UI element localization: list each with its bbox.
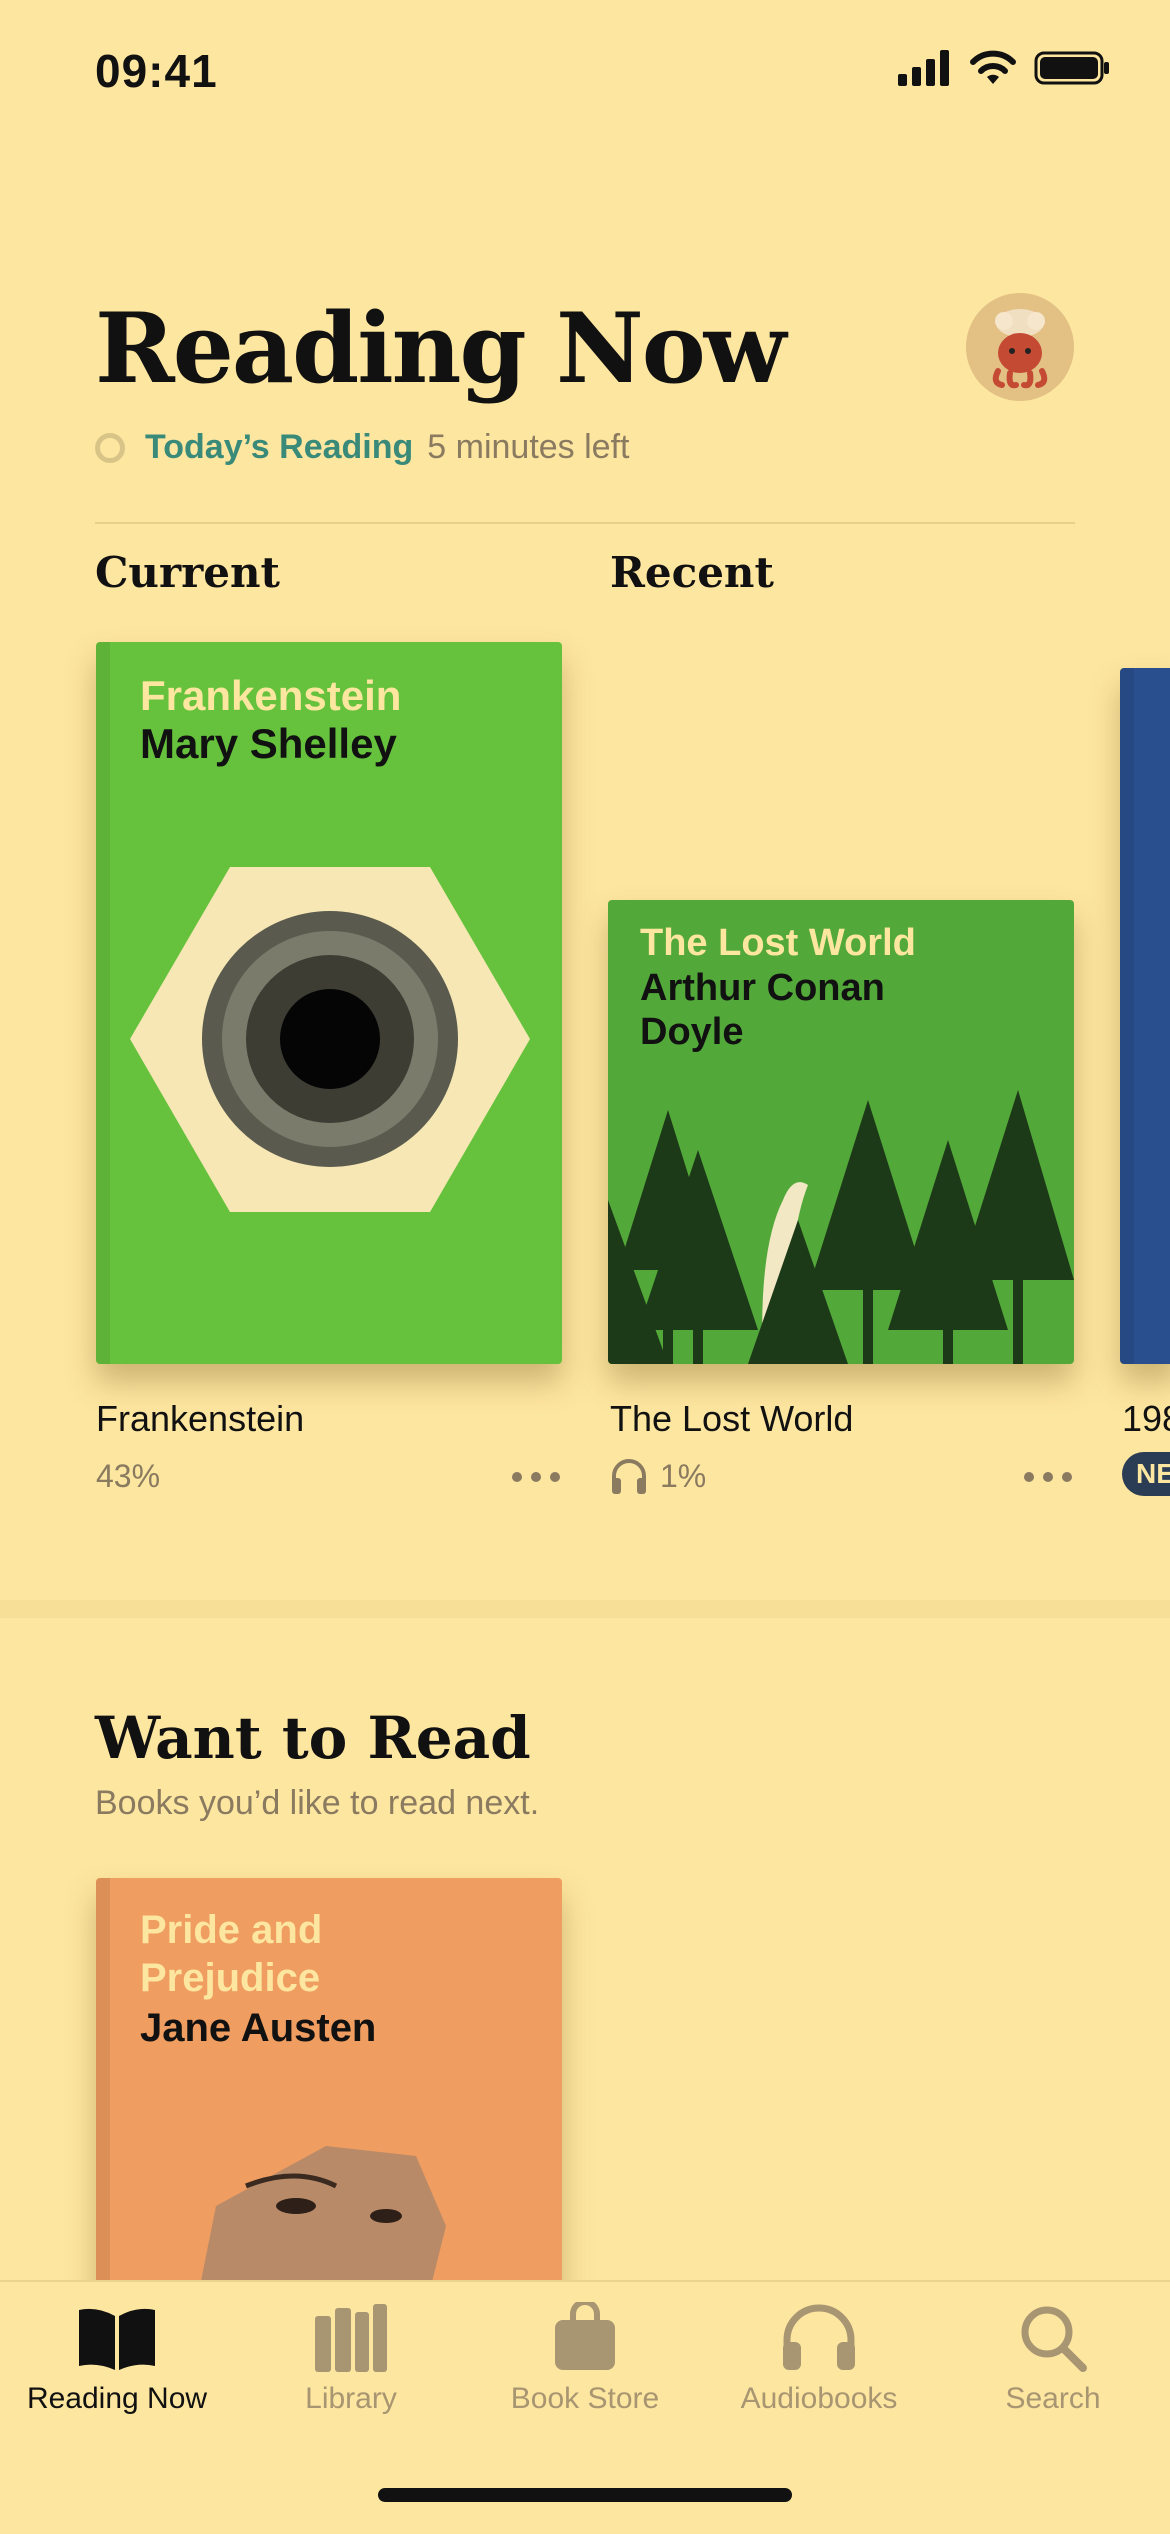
tab-audiobooks[interactable]: Audiobooks [702,2302,936,2416]
cover-author: Mary Shelley [140,720,397,767]
want-to-read-title[interactable]: Want to Read [95,1704,531,1772]
cover-title: Frankenstein [140,672,402,719]
book-cover-lost-world[interactable]: The Lost World Arthur Conan Doyle [608,900,1074,1364]
book-cover-frankenstein[interactable]: Frankenstein Mary Shelley [96,642,562,1364]
home-indicator[interactable] [378,2488,792,2502]
memoji-avatar-icon [966,293,1074,401]
book-title-partial[interactable]: 198 [1122,1398,1170,1440]
tab-book-store[interactable]: Book Store [468,2302,702,2416]
status-time: 09:41 [95,45,218,97]
section-label-current: Current [95,548,280,597]
cover-title: The Lost World [640,922,916,964]
book-progress-frankenstein: 43% [96,1458,161,1494]
new-badge: NE [1122,1452,1170,1496]
book-cover-partial[interactable] [1120,668,1170,1364]
search-icon [1021,2306,1087,2372]
avatar[interactable] [966,293,1074,401]
eye-illustration [130,867,530,1212]
cover-author: Jane Austen [140,2006,377,2050]
portrait-illustration [197,2146,446,2298]
header-divider [95,522,1075,524]
headphones-icon [783,2304,855,2370]
page-title: Reading Now [95,292,786,405]
cover-title: Pride and Prejudice [140,1908,323,2000]
battery-icon [1034,51,1109,85]
headphones-icon [612,1459,646,1494]
more-options-button-lost-world[interactable] [1024,1472,1072,1482]
cover-author: Arthur Conan Doyle [640,967,885,1053]
want-to-read-subtitle: Books you’d like to read next. [95,1784,540,1822]
status-icons [898,50,1110,86]
tab-library[interactable]: Library [234,2302,468,2416]
todays-reading-link[interactable]: Today’s Reading [145,428,413,467]
reading-goal-ring-icon [95,432,125,463]
books-icon [315,2304,387,2372]
reading-goal-row[interactable]: Today’s Reading 5 minutes left [95,428,629,467]
book-progress-lost-world: 1% [610,1456,706,1496]
book-title-lost-world[interactable]: The Lost World [610,1398,853,1440]
wifi-icon [970,50,1016,84]
reading-goal-remaining: 5 minutes left [427,428,630,466]
book-open-icon [79,2308,155,2370]
shopping-bag-icon [555,2302,615,2370]
forest-dinosaur-illustration [608,1090,1074,1364]
section-separator [0,1600,1170,1618]
tab-reading-now[interactable]: Reading Now [0,2302,234,2416]
book-cover-pride-and-prejudice[interactable]: Pride and Prejudice Jane Austen [96,1878,562,2298]
book-title-frankenstein[interactable]: Frankenstein [96,1398,304,1440]
more-options-button-frankenstein[interactable] [512,1472,560,1482]
section-label-recent: Recent [610,548,774,597]
tab-search[interactable]: Search [936,2302,1170,2416]
status-bar: 09:41 [0,0,1170,140]
cellular-signal-icon [898,50,949,86]
